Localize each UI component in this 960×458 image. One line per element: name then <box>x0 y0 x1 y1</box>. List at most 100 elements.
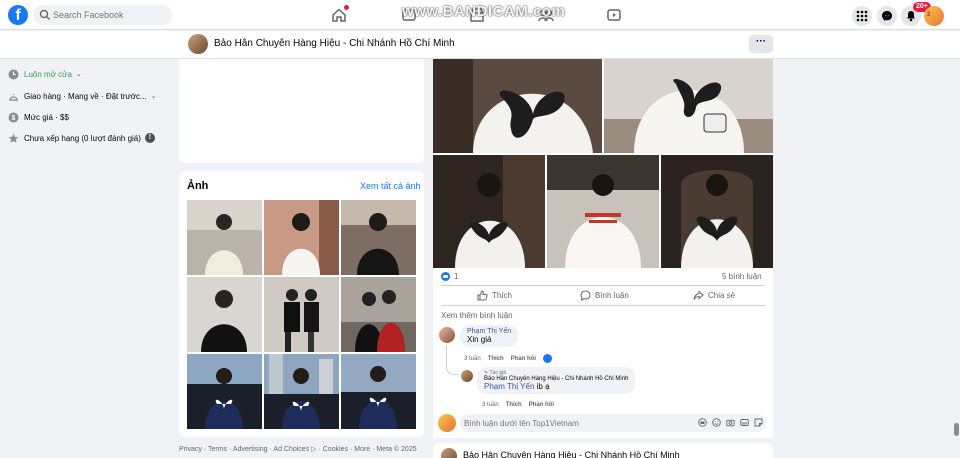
reply-author-avatar[interactable] <box>461 370 473 382</box>
comment-author[interactable]: Phạm Thị Yến <box>467 328 511 335</box>
like-label: Thích <box>492 291 513 300</box>
reply-text: ib ạ <box>536 382 550 391</box>
page-header-bar: Bảo Hân Chuyên Hàng Hiệu - Chi Nhánh Hồ … <box>0 31 960 59</box>
view-more-comments-link[interactable]: Xem thêm bình luận <box>441 311 513 320</box>
more-options-button[interactable]: ··· <box>749 35 773 53</box>
thumbs-up-icon <box>477 290 488 301</box>
hours-row[interactable]: Luôn mở cửa ⌄ <box>8 67 82 81</box>
next-post-avatar[interactable] <box>441 448 457 458</box>
photo-thumbnail[interactable] <box>341 277 416 352</box>
comment-icon <box>580 290 591 301</box>
comment-bubble: Phạm Thị Yến Xin giá <box>460 325 519 347</box>
page-avatar[interactable] <box>188 34 208 54</box>
share-button[interactable]: Chia sẻ <box>693 290 735 301</box>
photo-thumbnail[interactable] <box>341 200 416 275</box>
facebook-logo-icon[interactable]: f <box>8 5 28 25</box>
svg-text:$: $ <box>12 115 16 122</box>
search-input[interactable] <box>53 7 168 23</box>
write-comment-box[interactable]: GIF <box>460 414 766 432</box>
reply-thread-line <box>446 345 458 375</box>
post-photo[interactable] <box>661 155 773 268</box>
photo-thumbnail[interactable] <box>264 277 339 352</box>
comment-reply-button[interactable]: Phản hồi <box>511 356 536 362</box>
delivery-icon <box>9 93 18 101</box>
photo-thumbnail[interactable] <box>264 354 339 429</box>
photo-thumbnail[interactable] <box>187 200 262 275</box>
price-label: Mức giá · $$ <box>24 112 69 122</box>
like-button[interactable]: Thích <box>477 290 512 301</box>
gaming-video-icon[interactable] <box>606 7 622 23</box>
comment-like-button[interactable]: Thích <box>488 356 504 362</box>
post-photo[interactable] <box>433 59 602 153</box>
home-icon[interactable] <box>331 5 349 23</box>
sticker-icon[interactable] <box>754 418 763 427</box>
reaction-count: 1 <box>454 272 459 281</box>
menu-button[interactable] <box>852 6 872 26</box>
rating-row: Chưa xếp hạng (0 lượt đánh giá) ! <box>8 131 155 145</box>
comment-meta: 3 tuần Thích Phản hồi <box>464 354 559 363</box>
share-icon <box>693 290 704 300</box>
footer-links[interactable]: Privacy · Terms · Advertising · Ad Choic… <box>179 445 417 453</box>
intro-card <box>179 59 424 163</box>
reply-time[interactable]: 3 tuần <box>482 402 499 408</box>
like-reaction-icon <box>441 272 450 281</box>
photo-thumbnail[interactable] <box>187 354 262 429</box>
chevron-down-icon: ⌄ <box>150 93 157 100</box>
like-reaction-icon <box>543 354 553 363</box>
comment-time[interactable]: 3 tuần <box>464 356 481 362</box>
divider <box>441 305 765 306</box>
post-photo[interactable] <box>547 155 659 268</box>
rating-label: Chưa xếp hạng (0 lượt đánh giá) <box>24 133 141 143</box>
current-user-avatar[interactable] <box>438 414 456 432</box>
top-navigation-bar: f www.BANDICAM.com 20+ 2 <box>0 0 960 30</box>
search-icon <box>39 9 50 20</box>
reply-meta: 3 tuần Thích Phản hồi <box>482 402 561 408</box>
next-post-author[interactable]: Bảo Hân Chuyên Hàng Hiệu - Chi Nhánh Hồ … <box>463 450 680 458</box>
post-photo[interactable] <box>433 155 545 268</box>
comment-text: Xin giá <box>467 335 492 344</box>
clock-icon <box>8 69 19 79</box>
account-badge: 2 <box>927 12 931 18</box>
star-icon <box>8 133 19 143</box>
gif-icon[interactable]: GIF <box>740 418 749 427</box>
reply-reply-button[interactable]: Phản hồi <box>529 402 554 408</box>
search-bar[interactable] <box>33 5 172 25</box>
grid-menu-icon <box>856 10 868 22</box>
reply-like-button[interactable]: Thích <box>506 402 522 408</box>
see-all-photos-link[interactable]: Xem tất cả ảnh <box>360 181 421 191</box>
price-row: $ Mức giá · $$ <box>8 110 69 124</box>
dollar-icon: $ <box>8 112 19 122</box>
home-notification-dot <box>344 5 349 10</box>
bell-icon <box>907 11 915 22</box>
commenter-avatar[interactable] <box>439 327 455 343</box>
scrollbar-thumb[interactable] <box>954 423 959 436</box>
scrollbar-track[interactable] <box>953 59 960 458</box>
services-row[interactable]: Giao hàng · Mang về · Đặt trước... ⌄ <box>8 89 157 103</box>
comment-button[interactable]: Bình luận <box>580 290 629 301</box>
camera-icon[interactable] <box>726 418 735 427</box>
reply-bubble: ✎ Tác giả Bảo Hân Chuyên Hàng Hiệu - Chi… <box>477 367 636 394</box>
messenger-icon <box>882 11 892 21</box>
photo-thumbnail[interactable] <box>264 200 339 275</box>
photo-thumbnail[interactable] <box>341 354 416 429</box>
services-label: Giao hàng · Mang về · Đặt trước... <box>24 91 147 101</box>
recording-watermark: www.BANDICAM.com <box>402 3 566 20</box>
page-title[interactable]: Bảo Hân Chuyên Hàng Hiệu - Chi Nhánh Hồ … <box>214 38 455 49</box>
info-icon[interactable]: ! <box>144 133 155 143</box>
avatar-sticker-icon[interactable] <box>698 418 707 427</box>
divider <box>441 285 765 286</box>
comment-count[interactable]: 5 bình luận <box>722 272 762 281</box>
post-photo[interactable] <box>604 59 773 153</box>
account-avatar[interactable]: 2 <box>924 6 944 26</box>
messenger-button[interactable] <box>877 6 897 26</box>
chevron-down-icon: ⌄ <box>75 71 82 78</box>
share-label: Chia sẻ <box>708 291 736 300</box>
photo-thumbnail[interactable] <box>187 277 262 352</box>
emoji-icon[interactable] <box>712 418 721 427</box>
reactions-summary[interactable]: 1 <box>441 272 458 281</box>
comment-input[interactable] <box>464 417 684 429</box>
svg-text:GIF: GIF <box>742 421 748 425</box>
reply-mention[interactable]: Phạm Thị Yến <box>484 382 534 391</box>
photos-title: Ảnh <box>187 180 209 192</box>
hours-label: Luôn mở cửa <box>24 69 72 79</box>
